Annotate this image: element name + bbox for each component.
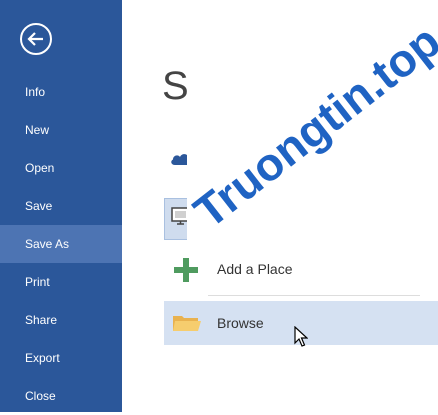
- sidebar-item-share[interactable]: Share: [0, 301, 122, 339]
- folder-icon: [173, 316, 201, 331]
- sidebar-item-close[interactable]: Close: [0, 377, 122, 415]
- sidebar-item-print[interactable]: Print: [0, 263, 122, 301]
- mouse-pointer-icon: [294, 326, 308, 347]
- sidebar-item-export[interactable]: Export: [0, 339, 122, 377]
- add-a-place-option[interactable]: Add a Place: [164, 246, 438, 292]
- sidebar-item-save-as[interactable]: Save As: [0, 225, 122, 263]
- sidebar-item-new[interactable]: New: [0, 111, 122, 149]
- back-arrow-icon: [20, 23, 52, 55]
- sidebar-item-open[interactable]: Open: [0, 149, 122, 187]
- browse-label: Browse: [217, 315, 264, 331]
- back-button[interactable]: [19, 22, 53, 56]
- sidebar-item-info[interactable]: Info: [0, 73, 122, 111]
- add-a-place-label: Add a Place: [217, 261, 293, 277]
- sidebar-item-save[interactable]: Save: [0, 187, 122, 225]
- plus-icon: [174, 258, 198, 282]
- divider: [208, 295, 420, 296]
- white-overlay: [187, 0, 438, 243]
- backstage-sidebar: Info New Open Save Save As Print Share E…: [0, 0, 122, 412]
